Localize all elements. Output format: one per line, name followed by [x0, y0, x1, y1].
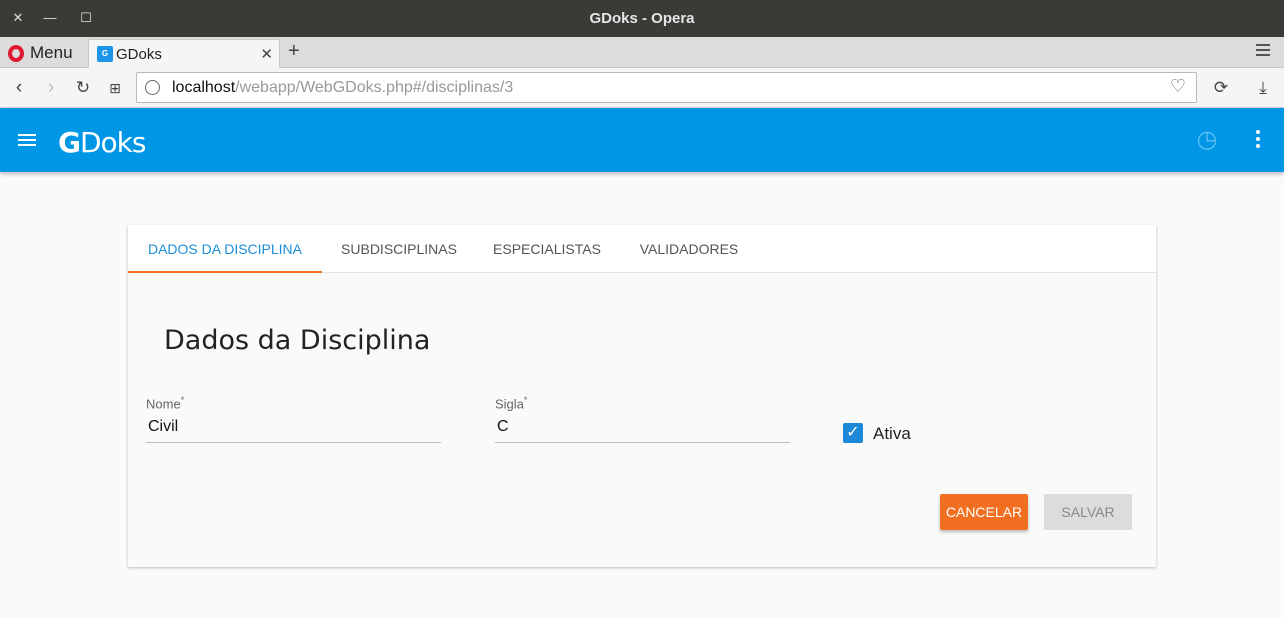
save-button[interactable]: SALVAR	[1044, 494, 1132, 530]
gdoks-logo: GDoks	[58, 126, 146, 159]
tab-especialistas[interactable]: ESPECIALISTAS	[476, 225, 618, 273]
nome-label: Nome*	[146, 395, 185, 412]
window-titlebar: ✕ — ☐ GDoks - Opera	[0, 0, 1284, 37]
section-title: Dados da Disciplina	[164, 325, 431, 356]
close-tab-icon[interactable]: ✕	[260, 45, 273, 63]
opera-menu-button[interactable]: Menu	[8, 43, 73, 63]
window-title: GDoks - Opera	[589, 10, 695, 27]
more-vert-icon[interactable]	[1250, 130, 1266, 151]
disciplina-card: DADOS DA DISCIPLINA SUBDISCIPLINAS ESPEC…	[128, 225, 1156, 567]
history-icon[interactable]: ◷	[1194, 127, 1220, 153]
new-tab-button[interactable]: +	[288, 40, 300, 63]
tab-validadores[interactable]: VALIDADORES	[618, 225, 760, 273]
tab-subdisciplinas[interactable]: SUBDISCIPLINAS	[322, 225, 476, 273]
tab-dados-da-disciplina[interactable]: DADOS DA DISCIPLINA	[128, 225, 322, 273]
address-bar-url: localhost/webapp/WebGDoks.php#/disciplin…	[172, 79, 514, 96]
address-bar[interactable]: localhost/webapp/WebGDoks.php#/disciplin…	[136, 72, 1197, 103]
sigla-field: Sigla*	[495, 393, 790, 443]
tab-menu-icon[interactable]	[1256, 44, 1270, 59]
bookmark-heart-icon[interactable]: ♡	[1170, 76, 1186, 97]
opera-menu-label: Menu	[30, 43, 73, 62]
sigla-input[interactable]	[497, 418, 777, 436]
browser-tabstrip: Menu G GDoks ✕ +	[0, 37, 1284, 69]
speed-dial-icon[interactable]: ⊞	[104, 77, 126, 99]
cancel-button[interactable]: CANCELAR	[940, 494, 1028, 530]
menu-icon[interactable]	[18, 134, 36, 149]
sync-icon[interactable]: ⟳	[1210, 77, 1232, 99]
forward-icon[interactable]: ›	[40, 77, 62, 99]
nome-field: Nome*	[146, 393, 441, 443]
ativa-label: Ativa	[873, 424, 911, 443]
browser-navbar: ‹ › ↻ ⊞ localhost/webapp/WebGDoks.php#/d…	[0, 68, 1284, 108]
back-icon[interactable]: ‹	[8, 77, 30, 99]
browser-tab-title: GDoks	[116, 46, 162, 63]
card-tabs: DADOS DA DISCIPLINA SUBDISCIPLINAS ESPEC…	[128, 225, 1156, 273]
sigla-label: Sigla*	[495, 395, 528, 412]
download-icon[interactable]: ⤓	[1252, 77, 1274, 99]
ativa-checkbox[interactable]: ✓	[843, 423, 863, 443]
opera-logo-icon	[8, 44, 24, 62]
app-toolbar: GDoks ◷	[0, 108, 1284, 172]
gdoks-favicon-icon: G	[97, 46, 113, 62]
nome-input[interactable]	[148, 418, 428, 436]
globe-icon	[145, 80, 160, 95]
reload-icon[interactable]: ↻	[72, 77, 94, 99]
browser-tab-gdoks[interactable]: G GDoks ✕	[88, 39, 280, 69]
